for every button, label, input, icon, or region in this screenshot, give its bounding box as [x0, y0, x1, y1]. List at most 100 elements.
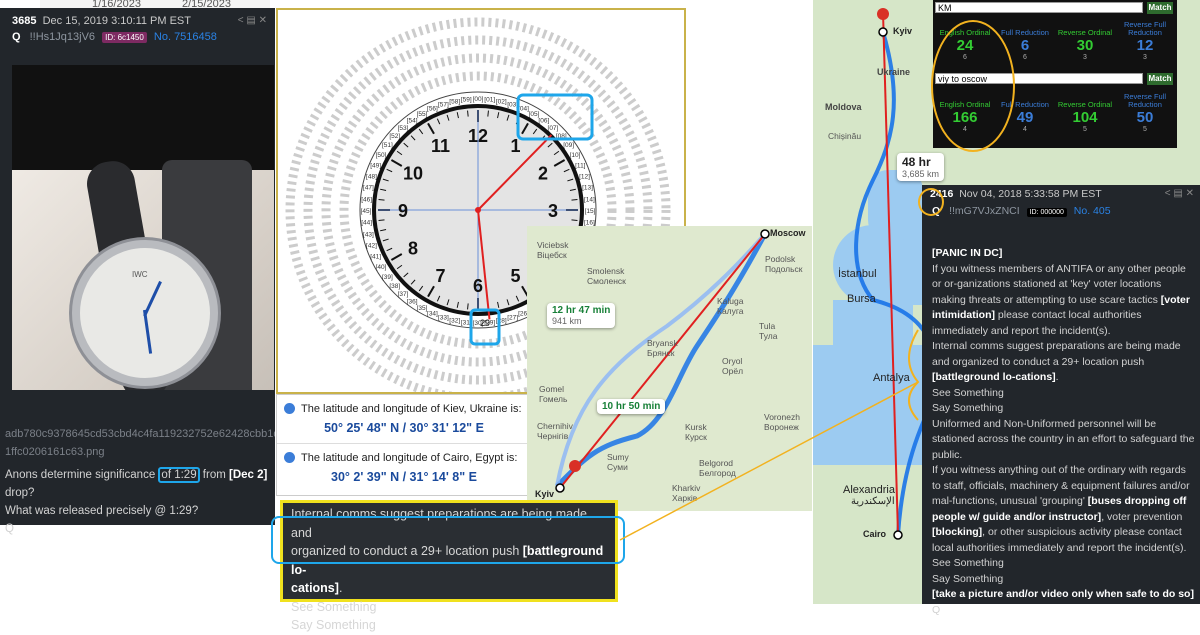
- watch-face: IWC: [72, 240, 218, 386]
- ring-label: [50]: [376, 152, 387, 159]
- header-reverse-full-reduction: Reverse Full Reduction: [1123, 92, 1167, 109]
- post-actions[interactable]: < ▤ ✕: [238, 15, 267, 26]
- para-2-end: .: [1055, 371, 1059, 383]
- ring-label: [46]: [361, 196, 372, 203]
- para-1: If you witness members of ANTIFA or any …: [932, 262, 1186, 306]
- header-full-reduction: Full Reduction: [1001, 28, 1049, 37]
- date-2: 2/15/2023: [182, 0, 231, 9]
- latlong-cairo: The latitude and longitude of Cairo, Egy…: [277, 443, 531, 492]
- ring-label: [37]: [398, 291, 409, 298]
- hour-numeral: 2: [538, 164, 548, 184]
- latlong-kiev: The latitude and longitude of Kiev, Ukra…: [277, 395, 531, 443]
- ring-label: [43]: [363, 231, 374, 238]
- ring-label: [55]: [417, 111, 428, 118]
- post-no-link[interactable]: No. 405: [1074, 205, 1111, 217]
- ring-label: [00]: [473, 96, 484, 103]
- quote-line-5: Say Something: [291, 618, 376, 632]
- ring-label: [36]: [407, 299, 418, 306]
- post-datetime: Dec 15, 2019 3:10:11 PM EST: [42, 15, 191, 27]
- text-post: from: [199, 469, 229, 481]
- value: 12: [1136, 37, 1154, 54]
- say-something: Say Something: [932, 402, 1004, 414]
- city-moscow: Moscow: [770, 228, 806, 238]
- ring-label: [27]: [507, 315, 518, 322]
- city-kyiv: Kyiv: [535, 489, 555, 499]
- ring-label: [54]: [407, 117, 418, 124]
- ring-label: [58]: [449, 98, 460, 105]
- header-reverse-ordinal: Reverse Ordinal: [1057, 100, 1113, 109]
- quote-line-3: .: [338, 581, 343, 595]
- map-label: Chernihiv: [537, 421, 573, 431]
- ring-label: [07]: [548, 125, 559, 132]
- post-datetime: Nov 04, 2018 5:33:58 PM EST: [959, 188, 1102, 200]
- ring-label: [41]: [370, 254, 381, 261]
- post-left-text: Anons determine significance of 1:29 fro…: [5, 466, 275, 538]
- eta-big-distance: 3,685 km: [902, 169, 940, 179]
- ring-label: [48]: [366, 173, 377, 180]
- ring-label: [10]: [570, 152, 581, 159]
- ring-label: [59]: [461, 97, 472, 104]
- city-kyiv-big: Kyiv: [893, 26, 913, 36]
- map-label: Гомель: [539, 394, 568, 404]
- filename-line-1: adb780c9378645cd53cbd4c4fa119232752e6242…: [5, 428, 275, 440]
- watch-brand: IWC: [132, 270, 148, 279]
- ring-label: [34]: [427, 310, 438, 317]
- sub: 3: [1083, 54, 1087, 61]
- post-no-link[interactable]: No. 7516458: [154, 31, 217, 43]
- highlight-box-quote: [271, 516, 625, 564]
- ring-label: [49]: [370, 162, 381, 169]
- para-4-mid: , voter prevention: [1101, 510, 1183, 523]
- annotation-circle-2416: [918, 188, 944, 216]
- latlong-kiev-answer: 50° 25' 48" N / 30° 31' 12" E: [324, 421, 484, 435]
- clock-tick: [378, 199, 385, 201]
- hour-numeral: 3: [548, 201, 558, 221]
- map-label: Віцебск: [537, 250, 567, 260]
- post-number: 3685: [12, 15, 37, 27]
- ring-label: [13]: [582, 185, 593, 192]
- country-moldova: Moldova: [825, 102, 862, 112]
- post-title: [PANIC IN DC]: [932, 247, 1003, 259]
- text-line-2: What was released precisely @ 1:29?: [5, 505, 199, 517]
- post-header: 2416 Nov 04, 2018 5:33:58 PM EST: [922, 185, 1200, 200]
- clock-tick: [487, 110, 489, 117]
- gematria-input-1[interactable]: KM: [935, 2, 1143, 13]
- ring-label: [06]: [538, 117, 549, 124]
- eta-box-big[interactable]: 48 hr 3,685 km: [897, 153, 945, 181]
- clock-tick: [571, 219, 578, 221]
- hour-numeral: 11: [431, 136, 450, 156]
- post-actions[interactable]: < ▤ ✕: [1165, 188, 1194, 199]
- clock-tick: [571, 199, 578, 201]
- ring-label: [52]: [389, 133, 400, 140]
- city-chisinau: Chișinău: [828, 131, 862, 141]
- watch-photo: IWC: [12, 65, 274, 390]
- para-3: Uniformed and Non-Uniformed personnel wi…: [932, 417, 1195, 461]
- signature: Q: [932, 603, 941, 616]
- image-filename[interactable]: adb780c9378645cd53cbd4c4fa119232752e6242…: [5, 425, 275, 461]
- latlong-cairo-answer: 30° 2' 39" N / 31° 14' 8" E: [331, 470, 477, 484]
- quote-line-3-bold: cations]: [291, 581, 339, 595]
- text-pre: Anons determine significance: [5, 469, 159, 481]
- map-label: Viciebsk: [537, 240, 569, 250]
- map-label: Gomel: [539, 384, 565, 394]
- ring-label: [32]: [449, 318, 460, 325]
- map-label: Podolsk: [765, 254, 796, 264]
- text-bold: [Dec 2]: [228, 469, 268, 481]
- hour-numeral: 8: [408, 239, 418, 259]
- hour-numeral: 7: [435, 266, 445, 286]
- tripcode: !!mG7VJxZNCI: [949, 205, 1020, 217]
- label-29: 29: [480, 318, 490, 328]
- value: 104: [1072, 109, 1098, 126]
- say-something-2: Say Something: [932, 572, 1004, 585]
- ring-label: [09]: [563, 142, 574, 149]
- para-2-bold: [battleground lo-cations]: [932, 371, 1056, 383]
- clock-tick: [467, 110, 469, 117]
- match-button-1[interactable]: Match: [1147, 2, 1173, 14]
- clock-tick: [378, 219, 385, 221]
- latlong-kiev-question: The latitude and longitude of Kiev, Ukra…: [301, 403, 522, 415]
- value: 50: [1136, 109, 1154, 126]
- clock-center: [475, 207, 481, 213]
- ring-label: [44]: [361, 220, 372, 227]
- match-button-2[interactable]: Match: [1147, 73, 1173, 85]
- ring-label: [11]: [575, 162, 586, 169]
- see-something: See Something: [932, 386, 1004, 399]
